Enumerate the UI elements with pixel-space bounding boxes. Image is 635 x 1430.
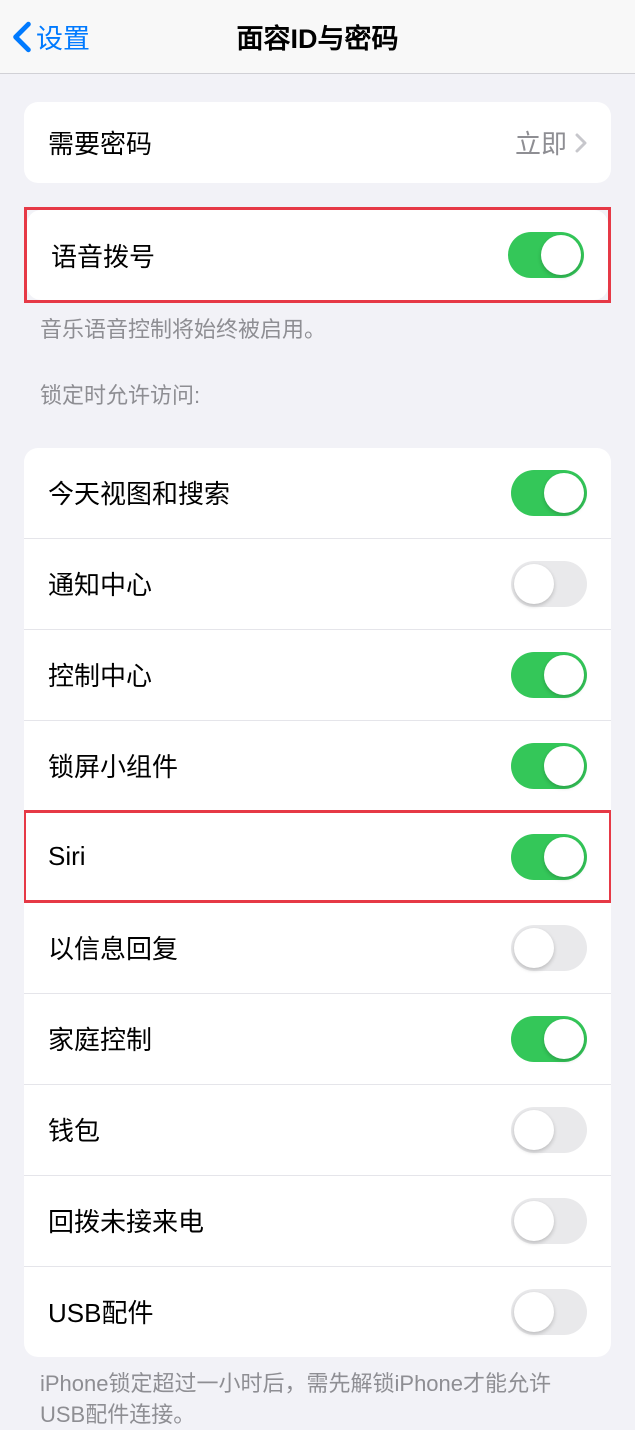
lock-item-label: 控制中心 [48, 656, 152, 693]
lock-item-toggle-siri[interactable] [511, 834, 587, 880]
lock-item-label: Siri [48, 841, 86, 872]
lock-item-以信息回复: 以信息回复 [24, 902, 611, 993]
lock-item-label: 通知中心 [48, 565, 152, 602]
lock-access-group: 今天视图和搜索通知中心控制中心锁屏小组件 Siri 以信息回复家庭控制钱包回拨未接来… [24, 448, 611, 1357]
lock-item-label: 锁屏小组件 [48, 747, 178, 784]
voice-dial-highlight: 语音拨号 [24, 207, 611, 303]
voice-dial-row: 语音拨号 [27, 210, 608, 300]
lock-item-锁屏小组件: 锁屏小组件 [24, 720, 611, 811]
lock-item-通知中心: 通知中心 [24, 538, 611, 629]
lock-item-label: 今天视图和搜索 [48, 474, 230, 511]
lock-item-toggle-以信息回复[interactable] [511, 925, 587, 971]
back-button[interactable]: 设置 [0, 17, 90, 56]
require-passcode-row[interactable]: 需要密码 立即 [24, 102, 611, 183]
chevron-left-icon [12, 21, 32, 53]
lock-item-label: 以信息回复 [48, 929, 178, 966]
lock-item-toggle-今天视图和搜索[interactable] [511, 470, 587, 516]
voice-dial-footer: 音乐语音控制将始终被启用。 [0, 303, 635, 346]
lock-item-toggle-锁屏小组件[interactable] [511, 743, 587, 789]
lock-access-header: 锁定时允许访问: [0, 346, 635, 420]
lock-item-toggle-回拨未接来电[interactable] [511, 1198, 587, 1244]
lock-item-toggle-通知中心[interactable] [511, 561, 587, 607]
lock-item-今天视图和搜索: 今天视图和搜索 [24, 448, 611, 538]
chevron-right-icon [575, 133, 587, 153]
lock-item-label: 家庭控制 [48, 1020, 152, 1057]
lock-item-toggle-usb配件[interactable] [511, 1289, 587, 1335]
passcode-group: 需要密码 立即 [24, 102, 611, 183]
require-passcode-label: 需要密码 [48, 124, 152, 161]
lock-item-toggle-控制中心[interactable] [511, 652, 587, 698]
lock-item-回拨未接来电: 回拨未接来电 [24, 1175, 611, 1266]
page-title: 面容ID与密码 [237, 17, 399, 56]
lock-item-toggle-家庭控制[interactable] [511, 1016, 587, 1062]
voice-dial-label: 语音拨号 [51, 237, 155, 274]
lock-item-label: USB配件 [48, 1293, 153, 1330]
usb-footer: iPhone锁定超过一小时后，需先解锁iPhone才能允许USB配件连接。 [0, 1357, 635, 1430]
lock-item-label: 钱包 [48, 1111, 100, 1148]
lock-item-toggle-钱包[interactable] [511, 1107, 587, 1153]
require-passcode-value: 立即 [515, 124, 567, 161]
lock-item-钱包: 钱包 [24, 1084, 611, 1175]
navigation-header: 设置 面容ID与密码 [0, 0, 635, 74]
voice-dial-toggle[interactable] [508, 232, 584, 278]
lock-item-siri: Siri [24, 811, 611, 902]
lock-item-label: 回拨未接来电 [48, 1202, 204, 1239]
back-label: 设置 [36, 17, 90, 56]
lock-item-控制中心: 控制中心 [24, 629, 611, 720]
lock-item-usb配件: USB配件 [24, 1266, 611, 1357]
lock-item-家庭控制: 家庭控制 [24, 993, 611, 1084]
